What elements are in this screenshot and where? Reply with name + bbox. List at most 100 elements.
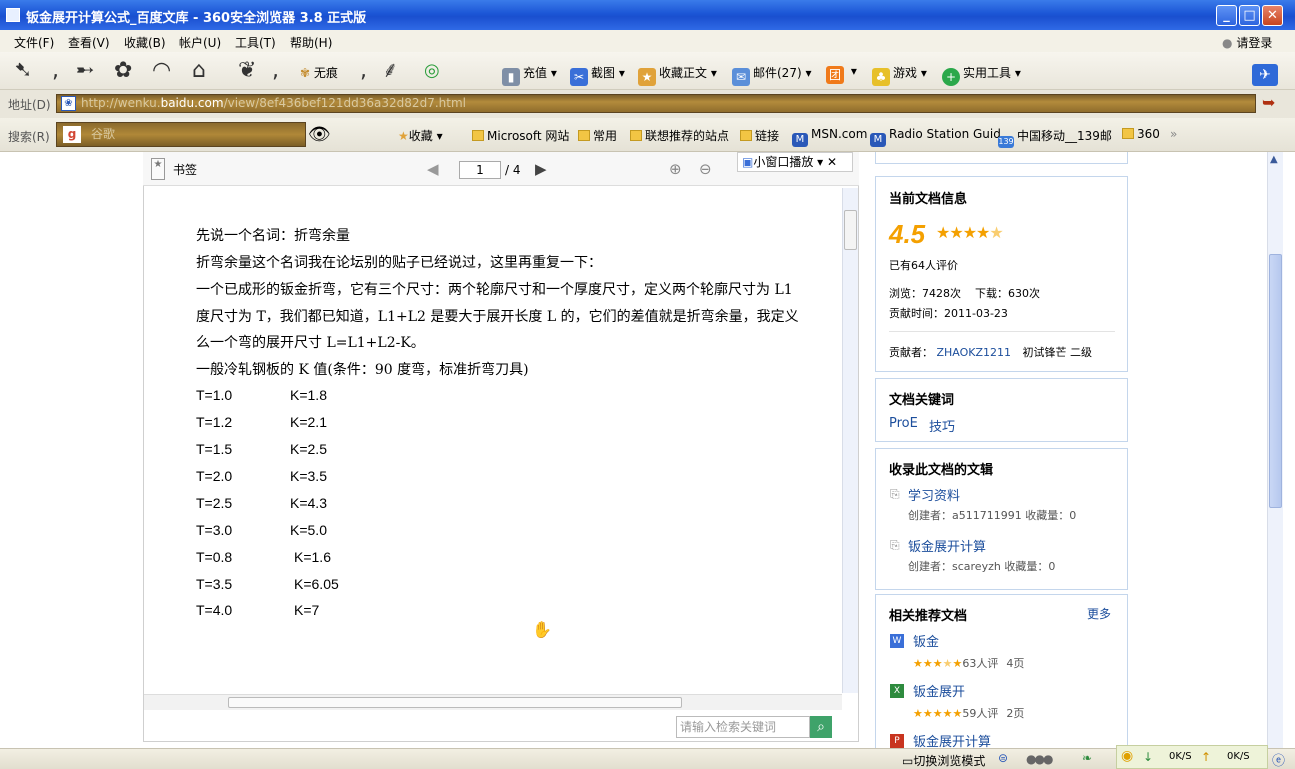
k-table-t: T=1.0: [196, 387, 233, 403]
switch-mode-button[interactable]: ▭切换浏览模式: [902, 752, 985, 769]
fav-more[interactable]: »: [1170, 127, 1177, 141]
home-icon[interactable]: ⌂: [192, 58, 206, 84]
fav-links[interactable]: 链接: [740, 127, 779, 144]
mini-window-popup[interactable]: ▣小窗口播放 ▾ ✕: [737, 152, 853, 172]
zoom-out-icon[interactable]: ⊖: [699, 160, 712, 178]
scrollbar-thumb[interactable]: [1269, 254, 1282, 508]
doc-search-button[interactable]: ⌕: [810, 716, 832, 738]
menu-file[interactable]: 文件(F): [14, 34, 54, 51]
related-more-link[interactable]: 更多: [1087, 605, 1111, 622]
doc-line-4: 度尺寸为 T，我们都已知道，L1+L2 是要大于展开长度 L 的，它们的差值就是…: [196, 309, 799, 325]
zoom-in-icon[interactable]: ⊕: [669, 160, 682, 178]
doc-search-input[interactable]: 请输入检索关键词: [676, 716, 810, 738]
fav-microsoft[interactable]: Microsoft 网站: [472, 127, 569, 144]
doc-info-title: 当前文档信息: [889, 192, 968, 207]
scrollbar-thumb[interactable]: [228, 697, 682, 708]
separator-icon-2: ,: [272, 58, 279, 83]
address-input[interactable]: ❀ http://wenku.baidu.com/view/8ef436bef1…: [56, 94, 1256, 113]
excel-doc-icon: X: [890, 684, 904, 698]
stop-icon[interactable]: ✿: [114, 58, 132, 84]
page-vertical-scrollbar[interactable]: ▲: [1267, 152, 1283, 748]
k-table-k: K=5.0: [290, 522, 327, 538]
view-count: 浏览：7428次: [889, 287, 961, 300]
url-prefix: http://wenku.: [81, 96, 161, 110]
bookmark-icon[interactable]: ★: [151, 158, 165, 180]
search-label: 搜索(R): [8, 130, 50, 144]
ie-mode-icon[interactable]: ⓔ: [1272, 750, 1285, 769]
document-horizontal-scrollbar[interactable]: [144, 694, 842, 710]
fav-360[interactable]: 360: [1122, 127, 1160, 141]
login-link[interactable]: ● 请登录: [1222, 34, 1272, 51]
contribution-time: 贡献时间：2011-03-23: [889, 307, 1008, 320]
mail-icon: ✉: [732, 68, 750, 86]
menu-favorites[interactable]: 收藏(B): [124, 34, 166, 51]
related-doc-meta: ★★★★★63人评 4页: [913, 657, 1025, 670]
close-button[interactable]: ✕: [1262, 5, 1283, 26]
leaf-icon[interactable]: ❧: [1082, 751, 1092, 765]
menu-account[interactable]: 帐户(U): [179, 34, 221, 51]
fav-common[interactable]: 常用: [578, 127, 617, 144]
eye-icon[interactable]: 👁: [308, 124, 331, 145]
tools-button[interactable]: + 实用工具 ▾: [942, 64, 1021, 86]
related-doc-link[interactable]: 钣金展开: [913, 681, 965, 700]
accelerate-icon[interactable]: ◎: [424, 58, 440, 84]
collection-link[interactable]: 学习资料: [908, 485, 960, 504]
scroll-up-icon[interactable]: ▲: [1270, 154, 1278, 165]
sidebar-toggle-icon[interactable]: ✈: [1252, 64, 1278, 86]
keyword-link[interactable]: ProE: [889, 416, 918, 431]
bamboo-icon[interactable]: ⸙: [382, 58, 399, 84]
collection-meta: 创建者：a511711991 收藏量：0: [908, 509, 1077, 522]
close-icon[interactable]: ✕: [827, 155, 837, 169]
k-table-k: K=1.6: [294, 549, 331, 565]
games-button[interactable]: ♣ 游戏 ▾: [872, 64, 927, 86]
address-label: 地址(D): [8, 98, 51, 112]
ie-icon[interactable]: ⊜: [998, 751, 1008, 765]
bookmark-label[interactable]: 书签: [173, 161, 197, 178]
k-table-k: K=2.1: [290, 414, 327, 430]
doc-line-2: 折弯余量这个名词我在论坛别的贴子已经说过，这里再重复一下：: [196, 255, 602, 271]
go-arrow-icon[interactable]: ➥: [1262, 93, 1275, 112]
contributor-link[interactable]: ZHAOKZ1211: [937, 346, 1012, 359]
add-favorite-button[interactable]: ★收藏 ▾: [398, 127, 443, 144]
phone-icon: ▮: [502, 68, 520, 86]
k-table-t: T=0.8: [196, 549, 233, 565]
keyword-link[interactable]: 技巧: [929, 416, 955, 435]
window-title: 钣金展开计算公式_百度文库 - 360安全浏览器 3.8 正式版: [26, 11, 367, 26]
menu-help[interactable]: 帮助(H): [290, 34, 332, 51]
scrollbar-thumb[interactable]: [844, 210, 857, 250]
k-table-t: T=3.5: [196, 576, 233, 592]
main-toolbar: ➷ , ➸ ✿ ◠ ⌂ ❦ , ✾ 无痕 , ⸙ ◎ ▮ 充值 ▾ ✂ 截图 ▾ ★…: [0, 52, 1295, 90]
network-icon: ◉: [1121, 748, 1134, 764]
upload-arrow-icon: ↑: [1201, 750, 1212, 764]
search-input[interactable]: g 谷歌: [56, 122, 306, 147]
forward-icon[interactable]: ➸: [76, 58, 94, 84]
back-icon[interactable]: ➷: [14, 58, 32, 84]
screenshot-button[interactable]: ✂ 截图 ▾: [570, 64, 625, 86]
pdf-doc-icon: P: [890, 734, 904, 748]
save-text-button[interactable]: ★ 收藏正文 ▾: [638, 64, 717, 86]
traffic-dots-icon[interactable]: ●●●: [1026, 752, 1053, 766]
fav-msn[interactable]: M MSN.com: [792, 127, 867, 147]
collection-link[interactable]: 钣金展开计算: [908, 536, 986, 555]
fav-139mail[interactable]: 139 中国移动__139邮: [998, 127, 1112, 148]
minimize-button[interactable]: _: [1216, 5, 1237, 26]
menu-tools[interactable]: 工具(T): [235, 34, 276, 51]
title-bar: 钣金展开计算公式_百度文库 - 360安全浏览器 3.8 正式版 _ □ ✕: [0, 0, 1295, 30]
menu-view[interactable]: 查看(V): [68, 34, 110, 51]
next-page-icon[interactable]: ▶: [535, 160, 547, 178]
recharge-button[interactable]: ▮ 充值 ▾: [502, 64, 557, 86]
fav-lenovo[interactable]: 联想推荐的站点: [630, 127, 729, 144]
no-trace-button[interactable]: ✾ 无痕: [300, 64, 338, 81]
document-vertical-scrollbar[interactable]: [842, 188, 858, 693]
search-icon: ⌕: [817, 719, 825, 735]
network-monitor[interactable]: ◉ ↓ 0K/S ↑ 0K/S: [1116, 745, 1268, 769]
mail-button[interactable]: ✉ 邮件(27) ▾: [732, 64, 811, 86]
tree-icon[interactable]: ❦: [238, 58, 256, 84]
page-number-input[interactable]: 1: [459, 161, 501, 179]
refresh-icon[interactable]: ◠: [152, 58, 171, 84]
prev-page-icon[interactable]: ◀: [427, 160, 439, 178]
fav-radio[interactable]: M Radio Station Guid: [870, 127, 1001, 147]
maximize-button[interactable]: □: [1239, 5, 1260, 26]
related-doc-link[interactable]: 钣金: [913, 631, 939, 650]
group-buy-button[interactable]: 团 ▾: [826, 64, 857, 84]
